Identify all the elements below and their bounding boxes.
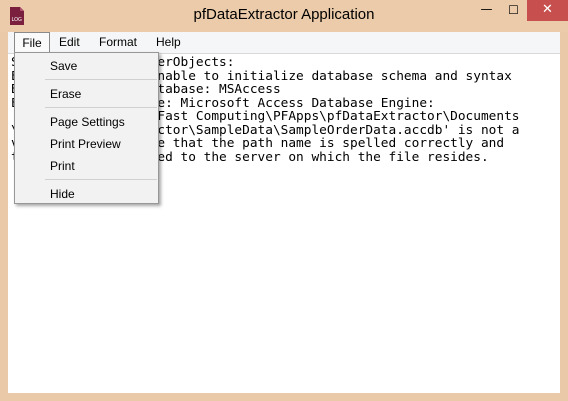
- menu-item-print-preview[interactable]: Print Preview: [50, 137, 121, 151]
- close-button[interactable]: ✕: [527, 0, 568, 21]
- title-bar[interactable]: LOG pfDataExtractor Application — ☐ ✕: [0, 0, 568, 32]
- menu-separator: [45, 107, 157, 108]
- menu-item-erase[interactable]: Erase: [50, 87, 81, 101]
- menu-item-save[interactable]: Save: [50, 59, 77, 73]
- file-menu-dropdown: Save Erase Page Settings Print Preview P…: [14, 52, 159, 204]
- menu-bar: File Edit Format Help: [8, 32, 560, 54]
- menu-file[interactable]: File: [14, 32, 50, 54]
- menu-item-print[interactable]: Print: [50, 159, 75, 173]
- menu-edit[interactable]: Edit: [59, 32, 80, 53]
- menu-item-hide[interactable]: Hide: [50, 187, 75, 201]
- menu-help[interactable]: Help: [156, 32, 181, 53]
- menu-format[interactable]: Format: [99, 32, 137, 53]
- menu-separator: [45, 179, 157, 180]
- maximize-button[interactable]: ☐: [500, 0, 527, 21]
- app-window: LOG pfDataExtractor Application — ☐ ✕ Fi…: [0, 0, 568, 401]
- menu-item-page-settings[interactable]: Page Settings: [50, 115, 125, 129]
- menu-separator: [45, 79, 157, 80]
- minimize-button[interactable]: —: [473, 0, 500, 21]
